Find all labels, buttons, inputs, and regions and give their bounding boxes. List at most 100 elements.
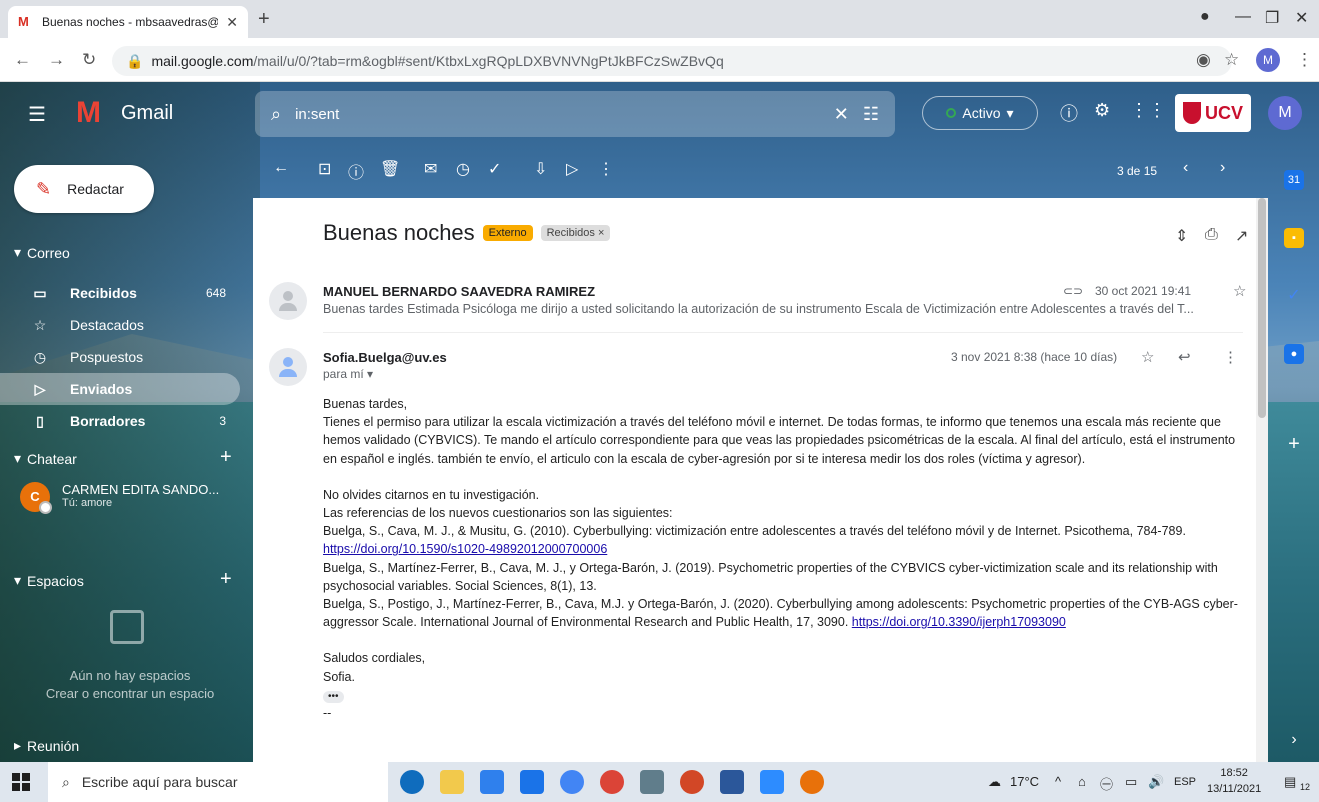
star-toggle-icon[interactable]: ☆	[1233, 282, 1246, 300]
chat-contact[interactable]: C CARMEN EDITA SANDO... Tú: amore	[20, 482, 219, 514]
reload-icon[interactable]: ↻	[82, 50, 96, 70]
reference-3-link[interactable]: https://doi.org/10.3390/ijerph17093090	[852, 615, 1066, 629]
message-more-icon[interactable]: ⋮	[1223, 348, 1238, 366]
archive-icon[interactable]: ⊡	[318, 159, 331, 179]
tab-close-icon[interactable]: ✕	[226, 14, 238, 31]
sidebar-item-drafts[interactable]: ▯ Borradores 3	[0, 405, 240, 437]
section-meet[interactable]: ▸ Reunión	[14, 737, 79, 754]
record-icon[interactable]: ●	[1200, 8, 1210, 26]
message-sender[interactable]: Sofia.Buelga@uv.es	[323, 350, 447, 365]
label-icon[interactable]: ▷	[566, 159, 578, 179]
open-new-window-icon[interactable]: ↗	[1235, 226, 1248, 246]
hide-panel-icon[interactable]: ›	[1284, 730, 1304, 750]
add-task-icon[interactable]: ✓	[488, 159, 501, 179]
gmail-logo-icon[interactable]: M	[76, 98, 101, 128]
report-spam-icon[interactable]: ⓘ	[348, 159, 364, 183]
snooze-icon[interactable]: ◷	[456, 159, 470, 179]
window-close-icon[interactable]: ✕	[1295, 8, 1308, 28]
eye-icon[interactable]: ◉	[1196, 50, 1211, 70]
section-mail[interactable]: ▾ Correo	[14, 244, 70, 261]
account-avatar[interactable]: M	[1268, 96, 1302, 130]
search-input[interactable]: in:sent	[295, 106, 820, 123]
older-icon[interactable]: ›	[1220, 159, 1225, 177]
compose-button[interactable]: ✎ Redactar	[14, 165, 154, 213]
expand-all-icon[interactable]: ⇕	[1175, 226, 1188, 246]
clear-search-icon[interactable]: ✕	[834, 104, 849, 125]
section-chat[interactable]: ▾ Chatear	[14, 450, 77, 467]
bookmark-star-icon[interactable]: ☆	[1224, 50, 1239, 70]
mail-app-icon[interactable]	[520, 770, 544, 794]
chrome-profile-icon[interactable]	[600, 770, 624, 794]
powerpoint-icon[interactable]	[680, 770, 704, 794]
sidebar-item-inbox[interactable]: ▭ Recibidos 648	[0, 277, 240, 309]
search-bar[interactable]: ⌕ in:sent ✕ ☷	[255, 91, 895, 137]
move-to-icon[interactable]: ⇩	[534, 159, 547, 179]
organization-logo[interactable]: UCV	[1175, 94, 1251, 132]
taskbar-search[interactable]: ⌕ Escribe aquí para buscar	[48, 762, 388, 802]
settings-gear-icon[interactable]: ⚙	[1094, 100, 1110, 121]
message-sender[interactable]: MANUEL BERNARDO SAAVEDRA RAMIREZ	[323, 284, 595, 299]
sidebar-item-starred[interactable]: ☆ Destacados	[0, 309, 240, 341]
reply-icon[interactable]: ↩	[1178, 348, 1191, 366]
zoom-icon[interactable]	[760, 770, 784, 794]
volume-icon[interactable]: 🔊	[1148, 774, 1164, 790]
store-icon[interactable]	[480, 770, 504, 794]
add-addon-icon[interactable]: +	[1284, 434, 1304, 454]
edge-icon[interactable]	[400, 770, 424, 794]
network-icon[interactable]: ▭	[1125, 774, 1137, 790]
forward-icon[interactable]: →	[48, 50, 65, 70]
inbox-label-chip[interactable]: Recibidos ×	[540, 225, 611, 241]
back-to-list-icon[interactable]: ←	[273, 159, 289, 177]
chrome-icon[interactable]	[560, 770, 584, 794]
section-spaces[interactable]: ▾ Espacios	[14, 572, 84, 589]
keep-icon[interactable]: ▪	[1284, 228, 1304, 248]
spaces-create-link[interactable]: Crear o encontrar un espacio	[0, 686, 260, 701]
star-toggle-icon[interactable]: ☆	[1141, 348, 1154, 366]
weather-temp[interactable]: 17°C	[1010, 774, 1039, 789]
sidebar-item-snoozed[interactable]: ◷ Pospuestos	[0, 341, 240, 373]
status-dropdown[interactable]: Activo ▾	[922, 96, 1038, 130]
calendar-icon[interactable]: 31	[1284, 170, 1304, 190]
print-icon[interactable]: ⎙	[1205, 226, 1218, 244]
message-scrollbar[interactable]	[1256, 198, 1268, 762]
tray-expand-icon[interactable]: ^	[1055, 774, 1061, 789]
browser-profile-avatar[interactable]: M	[1256, 48, 1280, 72]
scrollbar-thumb[interactable]	[1258, 198, 1266, 418]
back-icon[interactable]: ←	[14, 50, 31, 70]
language-indicator[interactable]: ESP	[1174, 776, 1196, 788]
weather-icon[interactable]: ☁	[988, 774, 1001, 790]
chrome-gmail-icon[interactable]	[800, 770, 824, 794]
notifications-icon[interactable]: ▤	[1284, 774, 1296, 790]
file-explorer-icon[interactable]	[440, 770, 464, 794]
new-tab-icon[interactable]: +	[258, 8, 270, 31]
browser-tab[interactable]: M Buenas noches - mbsaavedras@u ✕	[8, 6, 248, 38]
restore-icon[interactable]: ❐	[1265, 8, 1279, 28]
calculator-icon[interactable]	[640, 770, 664, 794]
main-menu-icon[interactable]: ☰	[28, 102, 46, 127]
new-space-icon[interactable]: +	[220, 568, 232, 591]
sidebar-item-sent[interactable]: ▷ Enviados	[0, 373, 240, 405]
help-icon[interactable]: ⓘ	[1060, 100, 1078, 126]
reference-1-link[interactable]: https://doi.org/10.1590/s1020-4989201200…	[323, 542, 607, 556]
taskbar-clock[interactable]: 18:52 13/11/2021	[1207, 765, 1261, 797]
minimize-icon[interactable]: —	[1235, 8, 1251, 26]
browser-menu-icon[interactable]: ⋮	[1296, 50, 1313, 70]
search-options-icon[interactable]: ☷	[863, 104, 879, 125]
ime-icon[interactable]: ㊀	[1100, 774, 1113, 793]
recipient-toggle[interactable]: para mí ▾	[323, 367, 373, 381]
tray-apps-icon[interactable]: ⌂	[1078, 774, 1086, 789]
new-chat-icon[interactable]: +	[220, 446, 232, 469]
url-field[interactable]: 🔒 mail.google.com/mail/u/0/?tab=rm&ogbl#…	[112, 46, 1232, 76]
delete-icon[interactable]: 🗑	[380, 159, 400, 179]
mark-unread-icon[interactable]: ✉	[424, 159, 437, 179]
windows-start-icon[interactable]	[12, 773, 30, 791]
message-snippet[interactable]: Buenas tardes Estimada Psicóloga me diri…	[323, 302, 1243, 316]
apps-grid-icon[interactable]: ⋮⋮	[1130, 100, 1166, 121]
more-options-icon[interactable]: ⋮	[598, 159, 614, 179]
tasks-icon[interactable]: ✓	[1284, 286, 1304, 306]
search-icon[interactable]: ⌕	[271, 104, 281, 125]
contacts-icon[interactable]: ●	[1284, 344, 1304, 364]
word-icon[interactable]	[720, 770, 744, 794]
newer-icon[interactable]: ‹	[1183, 159, 1188, 177]
show-trimmed-button[interactable]: •••	[323, 690, 344, 703]
